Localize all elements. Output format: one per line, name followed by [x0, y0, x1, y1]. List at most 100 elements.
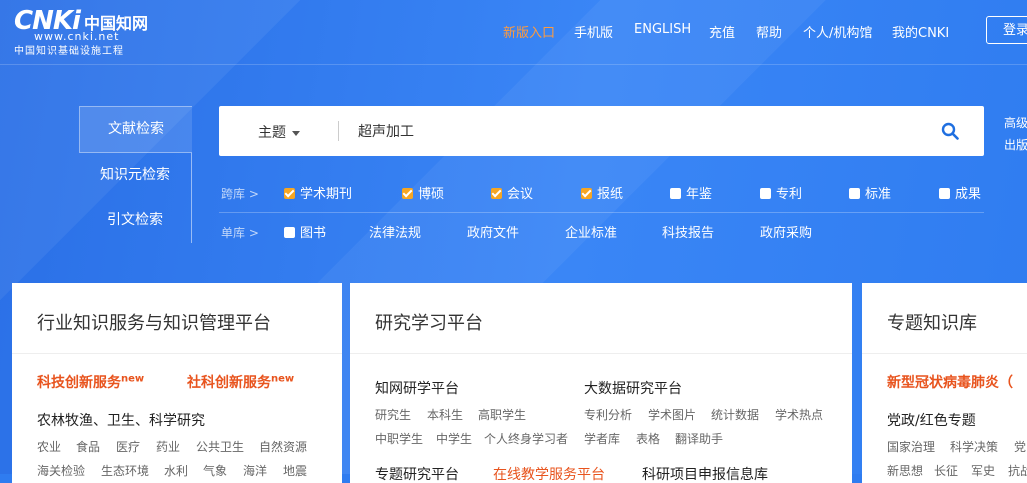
nav-help[interactable]: 帮助: [756, 22, 782, 41]
checkbox-icon: [670, 188, 681, 199]
checkbox-icon: [939, 188, 950, 199]
card-title[interactable]: 行业知识服务与知识管理平台: [37, 309, 271, 335]
checkbox-icon: [402, 188, 413, 199]
category-link[interactable]: 军史: [971, 462, 995, 479]
search-input[interactable]: [358, 120, 918, 142]
card-title[interactable]: 研究学习平台: [375, 309, 483, 335]
platform-link[interactable]: 专利分析: [584, 406, 632, 423]
social-sci-innovation-link[interactable]: 社科创新服务new: [187, 372, 294, 392]
top-header: CNKi 中国知网 www.cnki.net 中国知识基础设施工程 新版入口 手…: [0, 0, 1027, 65]
category-link[interactable]: 食品: [76, 438, 100, 455]
category-link[interactable]: 科学决策: [950, 438, 998, 455]
search-field-label: 主题: [258, 125, 286, 141]
search-type-tabs: 文献检索 知识元检索 引文检索: [79, 106, 192, 243]
card-divider: [12, 353, 342, 354]
covid-topic-link[interactable]: 新型冠状病毒肺炎（: [887, 372, 1013, 392]
filter-divider: [219, 212, 984, 213]
category-heading[interactable]: 农林牧渔、卫生、科学研究: [37, 410, 205, 430]
option-label: 成果: [955, 187, 982, 202]
checkbox-icon: [849, 188, 860, 199]
platform-link[interactable]: 中学生: [436, 430, 472, 447]
logo-subtitle: 中国知识基础设施工程: [14, 46, 124, 57]
nav-institution[interactable]: 个人/机构馆: [803, 22, 872, 41]
category-link[interactable]: 海关检验: [37, 462, 85, 479]
cross-db-option[interactable]: 博硕: [402, 183, 444, 202]
platform-link[interactable]: 本科生: [427, 406, 463, 423]
category-link[interactable]: 生态环境: [101, 462, 149, 479]
option-label: 年鉴: [686, 187, 713, 202]
nav-mobile[interactable]: 手机版: [574, 22, 613, 41]
link-label: 社科创新服务: [187, 375, 271, 391]
single-db-link[interactable]: 法律法规: [369, 222, 421, 241]
category-link[interactable]: 医疗: [116, 438, 140, 455]
checkbox-icon: [760, 188, 771, 199]
search-field-select[interactable]: 主题: [258, 122, 300, 142]
tab-citation-search[interactable]: 引文检索: [79, 198, 192, 243]
sci-tech-innovation-link[interactable]: 科技创新服务new: [37, 372, 144, 392]
category-link[interactable]: 国家治理: [887, 438, 935, 455]
cross-db-option[interactable]: 报纸: [581, 183, 623, 202]
search-divider: [338, 121, 339, 141]
chevron-down-icon: [292, 130, 300, 136]
nav-recharge[interactable]: 充值: [709, 22, 735, 41]
single-db-link[interactable]: 科技报告: [662, 222, 714, 241]
platform-link[interactable]: 表格: [636, 430, 660, 447]
checkbox-icon: [284, 227, 295, 238]
cross-db-option[interactable]: 专利: [760, 183, 802, 202]
zhiwang-yanxue-link[interactable]: 知网研学平台: [375, 378, 459, 398]
option-label: 标准: [865, 187, 892, 202]
platform-link[interactable]: 统计数据: [711, 406, 759, 423]
category-link[interactable]: 海洋: [243, 462, 267, 479]
cross-db-option[interactable]: 学术期刊: [284, 183, 352, 202]
category-link[interactable]: 农业: [37, 438, 61, 455]
category-link[interactable]: 地震: [283, 462, 307, 479]
nav-english[interactable]: ENGLISH: [634, 22, 691, 37]
single-db-label: 单库 >: [221, 226, 259, 240]
category-link[interactable]: 新思想: [887, 462, 923, 479]
single-db-link[interactable]: 政府采购: [760, 222, 812, 241]
option-label: 博硕: [418, 187, 445, 202]
tab-literature-search[interactable]: 文献检索: [79, 106, 192, 153]
platform-link[interactable]: 学术热点: [775, 406, 823, 423]
big-data-platform-link[interactable]: 大数据研究平台: [584, 378, 682, 398]
category-link[interactable]: 长征: [934, 462, 958, 479]
publication-search-label: 出版: [1004, 138, 1027, 152]
platform-link[interactable]: 中职学生: [375, 430, 423, 447]
advanced-search-label: 高级: [1004, 116, 1027, 130]
nav-new-entry[interactable]: 新版入口: [503, 22, 555, 41]
nav-my-cnki[interactable]: 我的CNKI: [892, 22, 949, 41]
category-link[interactable]: 公共卫生: [196, 438, 244, 455]
tab-knowledge-element-search[interactable]: 知识元检索: [79, 153, 192, 198]
platform-link[interactable]: 个人终身学习者: [484, 430, 568, 447]
category-link[interactable]: 自然资源: [259, 438, 307, 455]
platform-link[interactable]: 学术图片: [648, 406, 696, 423]
platform-link[interactable]: 翻译助手: [675, 430, 723, 447]
option-label: 专利: [776, 187, 803, 202]
category-link[interactable]: 抗战: [1008, 462, 1027, 479]
single-db-link[interactable]: 企业标准: [565, 222, 617, 241]
category-link[interactable]: 药业: [156, 438, 180, 455]
category-link[interactable]: 气象: [203, 462, 227, 479]
search-icon[interactable]: [941, 122, 959, 140]
platform-link[interactable]: 学者库: [584, 430, 620, 447]
single-db-option-books[interactable]: 图书: [284, 222, 326, 241]
category-link[interactable]: 水利: [164, 462, 188, 479]
advanced-search-link[interactable]: 高级 出版: [1004, 112, 1027, 156]
login-button[interactable]: 登录: [986, 16, 1027, 44]
checkbox-icon: [581, 188, 592, 199]
cross-db-option[interactable]: 年鉴: [670, 183, 712, 202]
single-db-link[interactable]: 政府文件: [467, 222, 519, 241]
research-platform-card: 研究学习平台 知网研学平台 研究生 本科生 高职学生 中职学生 中学生 个人终身…: [350, 283, 852, 483]
link-label: 科技创新服务: [37, 375, 121, 391]
option-label: 会议: [507, 187, 534, 202]
category-heading[interactable]: 党政/红色专题: [887, 410, 976, 430]
cross-db-option[interactable]: 成果: [939, 183, 981, 202]
cnki-logo[interactable]: CNKi 中国知网 www.cnki.net 中国知识基础设施工程: [14, 8, 148, 57]
platform-link[interactable]: 研究生: [375, 406, 411, 423]
category-link[interactable]: 党: [1014, 438, 1026, 455]
card-title[interactable]: 专题知识库: [887, 309, 977, 335]
cross-db-option[interactable]: 会议: [491, 183, 533, 202]
platform-link[interactable]: 高职学生: [478, 406, 526, 423]
option-label: 图书: [300, 226, 327, 241]
cross-db-option[interactable]: 标准: [849, 183, 891, 202]
